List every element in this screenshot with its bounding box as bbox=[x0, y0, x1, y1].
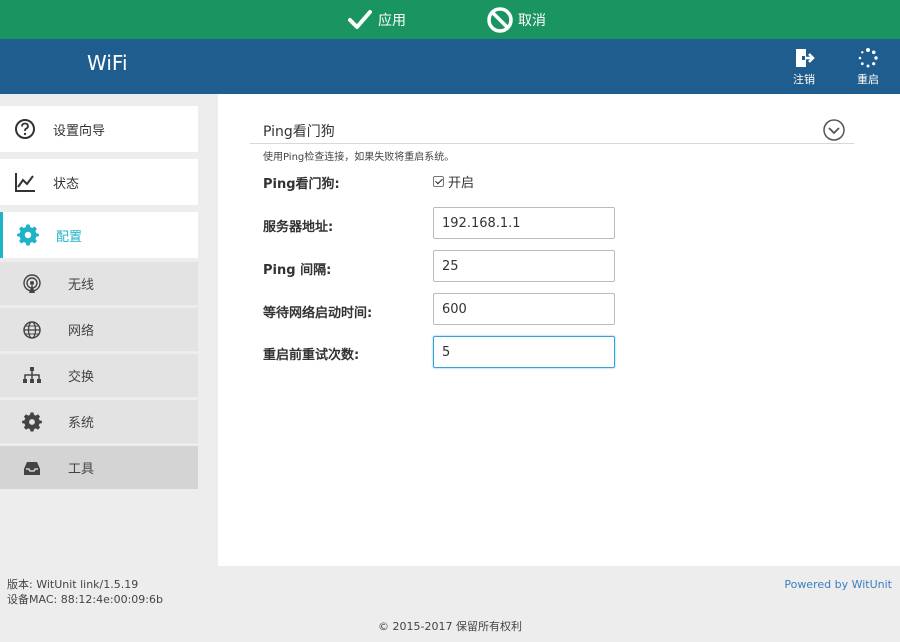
gear-icon bbox=[17, 224, 39, 246]
device-info: 版本: WitUnit link/1.5.19 设备MAC: 88:12:4e:… bbox=[7, 577, 163, 607]
sidebar-item-setup-wizard[interactable]: 设置向导 bbox=[0, 106, 198, 152]
checkbox-checked-icon bbox=[433, 176, 444, 187]
ping-interval-input[interactable] bbox=[433, 250, 615, 282]
section-divider bbox=[250, 143, 854, 144]
tray-icon bbox=[24, 461, 40, 475]
sidebar-subitem-label: 无线 bbox=[68, 278, 95, 293]
copyright-text: © 2015-2017 保留所有权利 bbox=[378, 620, 522, 633]
network-tree-icon bbox=[23, 366, 41, 383]
chart-icon bbox=[15, 173, 35, 192]
sidebar-subitem-system[interactable]: 系统 bbox=[0, 400, 198, 444]
checkmark-icon bbox=[348, 9, 372, 29]
network-wait-input[interactable] bbox=[433, 293, 615, 325]
sidebar-item-status[interactable]: 状态 bbox=[0, 159, 198, 205]
sidebar-subitem-label: 网络 bbox=[68, 324, 95, 339]
cancel-icon bbox=[487, 6, 513, 33]
network-wait-label: 等待网络启动时间: bbox=[263, 306, 373, 321]
logout-label: 注销 bbox=[793, 73, 815, 86]
spinner-icon bbox=[858, 48, 878, 68]
cancel-button[interactable]: 取消 bbox=[486, 0, 546, 39]
help-circle-icon bbox=[15, 119, 35, 139]
sidebar: 设置向导 状态 配置 无线 网络 交换 系统 工具 bbox=[0, 94, 218, 566]
sidebar-subitem-switch[interactable]: 交换 bbox=[0, 354, 198, 398]
sidebar-item-label: 状态 bbox=[53, 176, 80, 192]
watchdog-enable-checkbox[interactable]: 开启 bbox=[433, 172, 474, 191]
wireless-icon bbox=[23, 273, 41, 293]
logout-button[interactable]: 注销 bbox=[784, 47, 824, 87]
powered-by-link[interactable]: Powered by WitUnit bbox=[784, 578, 892, 591]
version-text: 版本: WitUnit link/1.5.19 bbox=[7, 578, 139, 591]
device-mac-text: 设备MAC: 88:12:4e:00:09:6b bbox=[7, 593, 163, 606]
apply-button[interactable]: 应用 bbox=[346, 0, 406, 39]
reboot-label: 重启 bbox=[857, 73, 879, 86]
server-address-input[interactable] bbox=[433, 207, 615, 239]
watchdog-label: Ping看门狗: bbox=[263, 177, 340, 192]
sidebar-subitem-tools[interactable]: 工具 bbox=[0, 446, 198, 490]
globe-icon bbox=[23, 320, 41, 339]
sidebar-subitem-label: 工具 bbox=[68, 462, 95, 477]
apply-label: 应用 bbox=[378, 12, 406, 29]
retries-input[interactable] bbox=[433, 336, 615, 368]
sidebar-subitem-wireless[interactable]: 无线 bbox=[0, 262, 198, 306]
server-address-label: 服务器地址: bbox=[263, 220, 334, 235]
sidebar-item-label: 配置 bbox=[56, 229, 83, 245]
section-title: Ping看门狗 bbox=[263, 124, 335, 140]
watchdog-enable-label: 开启 bbox=[448, 176, 475, 191]
header: WiFi 注销 重启 bbox=[0, 39, 900, 94]
ping-interval-label: Ping 间隔: bbox=[263, 263, 332, 278]
sidebar-item-config[interactable]: 配置 bbox=[0, 212, 198, 258]
sidebar-subitem-label: 交换 bbox=[68, 370, 95, 385]
logout-icon bbox=[796, 49, 815, 67]
cancel-label: 取消 bbox=[518, 12, 546, 29]
action-bar: 应用 取消 bbox=[0, 0, 900, 39]
sidebar-item-label: 设置向导 bbox=[53, 123, 106, 139]
chevron-down-icon[interactable] bbox=[823, 119, 845, 141]
reboot-button[interactable]: 重启 bbox=[848, 47, 888, 87]
sidebar-subitem-network[interactable]: 网络 bbox=[0, 308, 198, 352]
gear-icon bbox=[22, 411, 42, 432]
section-description: 使用Ping检查连接，如果失败将重启系统。 bbox=[263, 152, 455, 163]
brand-title: WiFi bbox=[87, 51, 128, 75]
main-panel: Ping看门狗 使用Ping检查连接，如果失败将重启系统。 Ping看门狗: 开… bbox=[218, 94, 900, 566]
sidebar-subitem-label: 系统 bbox=[68, 416, 95, 431]
retries-label: 重启前重试次数: bbox=[263, 348, 360, 363]
